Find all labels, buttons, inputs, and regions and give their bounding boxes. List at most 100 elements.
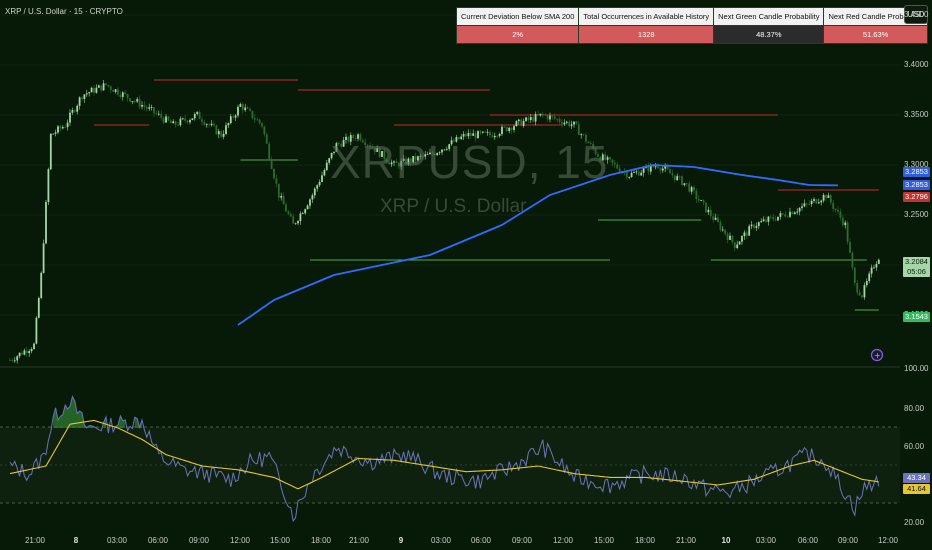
candle-body (119, 94, 122, 97)
candle-body (565, 121, 568, 123)
candle-body (753, 224, 755, 228)
candle-body (846, 222, 849, 243)
candle-body (774, 219, 777, 221)
candle-body (148, 107, 151, 109)
time-tick-label: 03:00 (755, 536, 777, 545)
time-tick-label: 09:00 (837, 536, 859, 545)
candle-body (131, 101, 134, 103)
time-tick-label: 06:00 (147, 536, 169, 545)
chart-canvas[interactable]: + (0, 0, 932, 550)
candle-body (246, 107, 249, 109)
candle-body (486, 132, 489, 134)
candle-body (786, 216, 789, 218)
candle-body (683, 183, 686, 186)
candle-body (234, 115, 237, 118)
candle-body (479, 131, 482, 133)
candle-body (721, 229, 724, 231)
candle-body (191, 118, 194, 120)
candle-body (719, 222, 722, 230)
price-tick-label: 3.4500 (904, 10, 929, 19)
price-tag: 3.2853 (903, 167, 930, 177)
candle-body (153, 107, 155, 114)
candle-body (138, 99, 141, 107)
candle-body (277, 183, 280, 198)
candle-body (301, 213, 304, 215)
candle-body (877, 259, 880, 264)
candle-body (90, 87, 93, 93)
candle-body (793, 212, 796, 215)
candle-body (59, 126, 62, 129)
candle-body (724, 229, 727, 235)
candle-body (865, 281, 868, 286)
candle-body (189, 119, 191, 123)
candle-body (93, 87, 95, 93)
time-tick-label: 09:00 (511, 536, 533, 545)
symbol-legend[interactable]: XRP / U.S. Dollar · 15 · CRYPTO (5, 7, 123, 16)
rsi-value-tag: 41.64 (903, 484, 930, 494)
candle-body (541, 113, 544, 115)
candle-body (820, 200, 823, 203)
candle-body (700, 200, 703, 202)
candle-body (162, 117, 165, 123)
candle-body (688, 183, 691, 192)
time-tick-label: 12:00 (552, 536, 574, 545)
time-tick-label: 21:00 (675, 536, 697, 545)
candle-body (217, 131, 220, 135)
candle-body (777, 216, 779, 221)
candle-body (304, 209, 307, 214)
candle-body (863, 285, 866, 298)
candle-body (669, 169, 671, 174)
price-tag: 3.2853 (903, 180, 930, 190)
time-tick-label: 06:00 (470, 536, 492, 545)
candle-body (733, 242, 736, 249)
candle-body (45, 201, 47, 244)
candle-body (808, 203, 811, 205)
candle-body (297, 221, 299, 224)
candle-body (167, 116, 170, 121)
candle-body (325, 162, 328, 171)
candle-body (695, 190, 698, 199)
candle-body (23, 350, 26, 355)
candle-body (253, 118, 256, 120)
candle-body (736, 244, 739, 249)
candle-body (712, 216, 715, 220)
candle-body (613, 162, 616, 165)
candle-body (193, 114, 196, 119)
candle-body (834, 208, 837, 211)
candle-body (33, 343, 35, 349)
candle-body (561, 122, 563, 125)
candle-body (241, 104, 244, 111)
price-tick-label: 3.3500 (904, 110, 929, 119)
candle-body (666, 166, 669, 170)
candle-body (165, 116, 167, 123)
candle-body (196, 111, 199, 115)
candle-body (169, 120, 172, 124)
candle-body (249, 108, 251, 111)
candle-body (225, 125, 227, 134)
candle-body (635, 171, 638, 173)
candle-body (150, 107, 153, 109)
candle-body (21, 352, 23, 355)
candle-body (844, 222, 847, 226)
candle-body (772, 217, 775, 220)
candle-body (810, 200, 813, 205)
candle-body (705, 202, 707, 213)
candle-body (54, 132, 57, 134)
candle-body (198, 111, 201, 120)
time-tick-label: 09:00 (188, 536, 210, 545)
candle-body (220, 131, 223, 137)
candle-body (803, 203, 806, 207)
candle-body (829, 195, 832, 203)
candle-body (558, 119, 561, 123)
candle-body (311, 195, 314, 200)
candle-body (671, 173, 674, 176)
candle-body (664, 166, 667, 169)
candle-body (858, 292, 861, 296)
candle-body (805, 203, 808, 205)
candle-body (851, 252, 854, 268)
candle-body (685, 183, 688, 185)
candle-body (263, 126, 266, 135)
candle-body (71, 110, 74, 113)
candle-body (318, 181, 321, 186)
candle-body (107, 85, 110, 87)
